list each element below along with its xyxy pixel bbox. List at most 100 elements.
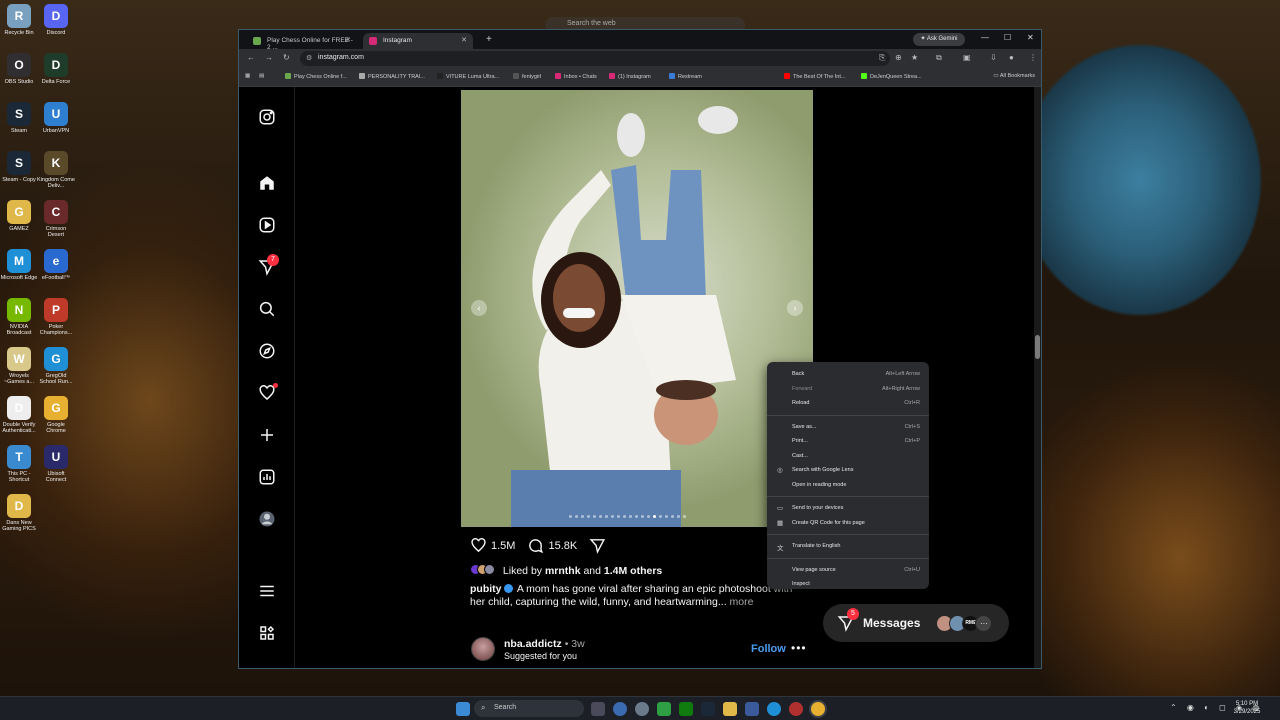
desktop-icon[interactable]: R Recycle Bin [0, 4, 38, 36]
menu-item[interactable]: Inspect [767, 577, 929, 592]
bookmark-item[interactable]: (1) Instagram [609, 73, 651, 80]
taskbar-search[interactable]: ⌕ Search [474, 700, 584, 717]
desktop-icon[interactable]: S Steam [0, 102, 38, 134]
bookmark-item[interactable]: The Best Of The Int... [784, 73, 845, 80]
downloads-icon[interactable]: ⇩ [990, 53, 997, 62]
app-icon[interactable] [657, 702, 671, 716]
menu-item[interactable]: Reload Ctrl+R [767, 396, 929, 411]
forward-icon[interactable]: → [265, 53, 273, 62]
scrollbar-thumb[interactable] [1035, 335, 1040, 359]
maximize-icon[interactable]: ☐ [1004, 33, 1011, 42]
desktop-icon[interactable]: S Steam - Copy [0, 151, 38, 183]
back-icon[interactable]: ← [247, 53, 255, 62]
threads-icon[interactable] [257, 623, 277, 643]
task-view-icon[interactable] [591, 702, 605, 716]
menu-item[interactable]: ▦ Create QR Code for this page [767, 516, 929, 531]
desktop-icon[interactable]: C Crimson Desert [37, 200, 75, 238]
site-info-icon[interactable]: ⚙ [306, 54, 312, 62]
close-window-icon[interactable]: ✕ [1027, 33, 1034, 42]
share-button[interactable] [589, 537, 610, 554]
menu-item[interactable]: ◎ Search with Google Lens [767, 463, 929, 478]
like-button[interactable]: 1.5M [470, 537, 515, 554]
tab-instagram[interactable]: Instagram ✕ [363, 33, 473, 49]
carousel-prev-icon[interactable]: ‹ [471, 300, 487, 316]
carousel-next-icon[interactable]: › [787, 300, 803, 316]
app-icon[interactable] [789, 702, 803, 716]
side-panel-icon[interactable]: ▣ [963, 53, 971, 62]
profile-avatar[interactable] [257, 509, 277, 529]
bookmark-item[interactable]: Play Chess Online f... [285, 73, 347, 80]
comment-button[interactable]: 15.8K [527, 537, 577, 554]
install-icon[interactable]: ⎘ [879, 53, 885, 63]
desktop-icon[interactable]: G GregOld School Run... [37, 347, 75, 385]
desktop-icon[interactable]: P Poker Champions... [37, 298, 75, 336]
bookmark-item[interactable]: Inbox • Chats [555, 73, 597, 80]
bookmark-item[interactable]: PERSONALITY TRAI... [359, 73, 425, 80]
next-post-username[interactable]: nba.addictz • 3w [504, 638, 585, 650]
menu-item[interactable]: View page source Ctrl+U [767, 563, 929, 578]
bookmark-item[interactable]: fentygirl [513, 73, 541, 80]
chrome-menu-icon[interactable]: ⋮ [1029, 53, 1037, 62]
desktop-icon[interactable]: D Discord [37, 4, 75, 36]
ask-gemini-button[interactable]: ✦ Ask Gemini [913, 33, 965, 46]
create-icon[interactable] [257, 425, 277, 445]
close-tab-icon[interactable]: ✕ [345, 36, 351, 44]
desktop-icon[interactable]: G Google Chrome [37, 396, 75, 434]
menu-item[interactable]: Cast... [767, 449, 929, 464]
menu-item[interactable]: Back Alt+Left Arrow [767, 367, 929, 382]
close-tab-icon[interactable]: ✕ [461, 36, 467, 44]
reels-icon[interactable] [257, 215, 277, 235]
desktop-icon[interactable]: D Double Verify Authenticati... [0, 396, 38, 434]
home-icon[interactable] [257, 173, 277, 193]
search-icon[interactable] [257, 299, 277, 319]
all-bookmarks-button[interactable]: ▭ All Bookmarks [993, 73, 1035, 79]
menu-item[interactable]: ▭ Send to your devices [767, 501, 929, 516]
start-icon[interactable] [456, 702, 470, 716]
post-author[interactable]: pubity [470, 583, 502, 595]
follow-button[interactable]: Follow [751, 643, 786, 655]
app-icon[interactable] [745, 702, 759, 716]
menu-item[interactable]: Print... Ctrl+P [767, 434, 929, 449]
desktop-icon[interactable]: G GAMEZ [0, 200, 38, 232]
tab-chess[interactable]: Play Chess Online for FREE - 2 ... ✕ [247, 33, 357, 51]
minimize-icon[interactable]: — [981, 33, 989, 42]
bookmark-item[interactable]: Restream [669, 73, 702, 80]
page-scrollbar[interactable] [1034, 87, 1041, 668]
messages-button[interactable]: 5 Messages RME … [823, 604, 1009, 642]
browser-icon[interactable] [613, 702, 627, 716]
chrome-icon[interactable] [811, 702, 825, 716]
desktop-icon[interactable]: U Ubisoft Connect [37, 445, 75, 483]
edge-icon[interactable] [767, 702, 781, 716]
apps-icon[interactable]: ▦ [245, 73, 250, 79]
clock[interactable]: 5:10 PM 3/29/2025 [1226, 700, 1268, 716]
desktop-icon[interactable]: M Microsoft Edge [0, 249, 38, 281]
liked-by-user[interactable]: mrnthk [545, 565, 581, 577]
post-image[interactable]: ‹ › [461, 90, 813, 527]
desktop-icon[interactable]: N NVIDIA Broadcast [0, 298, 38, 336]
more-options-icon[interactable]: ••• [791, 641, 807, 655]
extensions-icon[interactable]: ⧉ [936, 53, 942, 63]
liked-by-others[interactable]: 1.4M others [604, 565, 662, 577]
avatar[interactable] [471, 637, 495, 661]
menu-item[interactable]: Save as... Ctrl+S [767, 420, 929, 435]
address-bar[interactable]: ⚙ instagram.com [300, 51, 890, 66]
desktop-icon[interactable]: O OBS Studio [0, 53, 38, 85]
file-explorer-icon[interactable] [723, 702, 737, 716]
settings-icon[interactable] [635, 702, 649, 716]
desktop-icon[interactable]: D Dans New Gaming PICS [0, 494, 38, 532]
profile-icon[interactable]: ● [1009, 53, 1014, 62]
more-link[interactable]: more [730, 596, 754, 608]
bookmark-item[interactable]: DeJenQueen Strea... [861, 73, 922, 80]
desktop-icon[interactable]: T This PC - Shortcut [0, 445, 38, 483]
menu-item[interactable]: Open in reading mode [767, 478, 929, 493]
tab-groups-icon[interactable]: ▤ [259, 73, 264, 79]
menu-icon[interactable] [257, 581, 277, 601]
zoom-icon[interactable]: ⊕ [895, 53, 902, 62]
desktop-icon[interactable]: K Kingdom Come Deliv... [37, 151, 75, 189]
bookmark-star-icon[interactable]: ★ [911, 53, 918, 62]
steam-icon[interactable] [701, 702, 715, 716]
xbox-icon[interactable] [679, 702, 693, 716]
menu-item[interactable]: 文 Translate to English [767, 539, 929, 554]
new-tab-icon[interactable]: + [486, 34, 492, 45]
reload-icon[interactable]: ↻ [283, 53, 290, 62]
